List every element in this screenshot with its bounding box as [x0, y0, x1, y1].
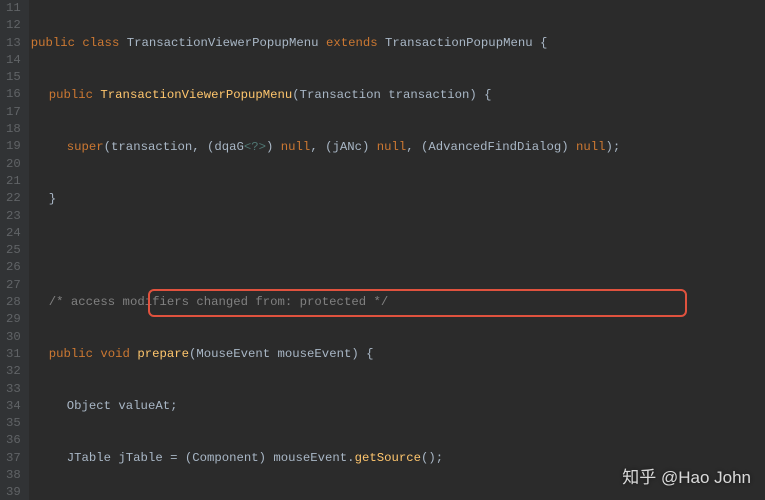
text: JTable jTable = (Component) mouseEvent.: [67, 451, 355, 465]
line-number: 24: [6, 225, 21, 242]
null: null: [576, 140, 606, 154]
line-number: 14: [6, 52, 21, 69]
line-number: 13: [6, 35, 21, 52]
line-number: 20: [6, 156, 21, 173]
line-number: 38: [6, 467, 21, 484]
watermark-user: Hao John: [678, 468, 751, 487]
generic: <?>: [244, 140, 266, 154]
method-name: prepare: [137, 347, 189, 361]
text: ();: [421, 451, 443, 465]
line-number: 31: [6, 346, 21, 363]
keyword: public class: [31, 36, 127, 50]
params: (Transaction transaction) {: [292, 88, 491, 102]
text: , (jANc): [310, 140, 376, 154]
watermark-site: 知乎: [622, 468, 661, 487]
line-number: 22: [6, 190, 21, 207]
super-class: TransactionPopupMenu: [385, 36, 540, 50]
params: (MouseEvent mouseEvent) {: [189, 347, 373, 361]
line-number: 33: [6, 381, 21, 398]
keyword: public: [49, 88, 101, 102]
line-number: 11: [6, 0, 21, 17]
text: );: [606, 140, 621, 154]
keyword: extends: [326, 36, 385, 50]
brace: }: [49, 192, 56, 206]
line-number: 37: [6, 450, 21, 467]
line-number: 32: [6, 363, 21, 380]
line-number: 25: [6, 242, 21, 259]
null: null: [281, 140, 311, 154]
line-number: 35: [6, 415, 21, 432]
line-number: 16: [6, 86, 21, 103]
line-number: 34: [6, 398, 21, 415]
watermark-at: @: [661, 468, 678, 487]
constructor: TransactionViewerPopupMenu: [100, 88, 292, 102]
line-number-gutter: 1112131415161718192021222324252627282930…: [0, 0, 29, 500]
class-name: TransactionViewerPopupMenu: [127, 36, 326, 50]
keyword: super: [67, 140, 104, 154]
code-editor[interactable]: 1112131415161718192021222324252627282930…: [0, 0, 765, 500]
line-number: 36: [6, 432, 21, 449]
watermark: 知乎 @Hao John: [622, 466, 751, 490]
line-number: 21: [6, 173, 21, 190]
line-number: 26: [6, 259, 21, 276]
line-number: 27: [6, 277, 21, 294]
brace: {: [540, 36, 547, 50]
line-number: 28: [6, 294, 21, 311]
keyword: public void: [49, 347, 138, 361]
null: null: [377, 140, 407, 154]
text: ): [266, 140, 281, 154]
line-number: 12: [6, 17, 21, 34]
comment: /* access modifiers changed from: protec…: [49, 295, 388, 309]
statement: Object valueAt;: [67, 399, 178, 413]
text: , (AdvancedFindDialog): [406, 140, 576, 154]
line-number: 39: [6, 484, 21, 500]
method: getSource: [355, 451, 421, 465]
code-area[interactable]: public class TransactionViewerPopupMenu …: [29, 0, 765, 500]
line-number: 17: [6, 104, 21, 121]
line-number: 19: [6, 138, 21, 155]
line-number: 23: [6, 208, 21, 225]
line-number: 18: [6, 121, 21, 138]
line-number: 29: [6, 311, 21, 328]
text: (transaction, (dqaG: [104, 140, 244, 154]
blank-line: [31, 242, 765, 259]
line-number: 15: [6, 69, 21, 86]
line-number: 30: [6, 329, 21, 346]
